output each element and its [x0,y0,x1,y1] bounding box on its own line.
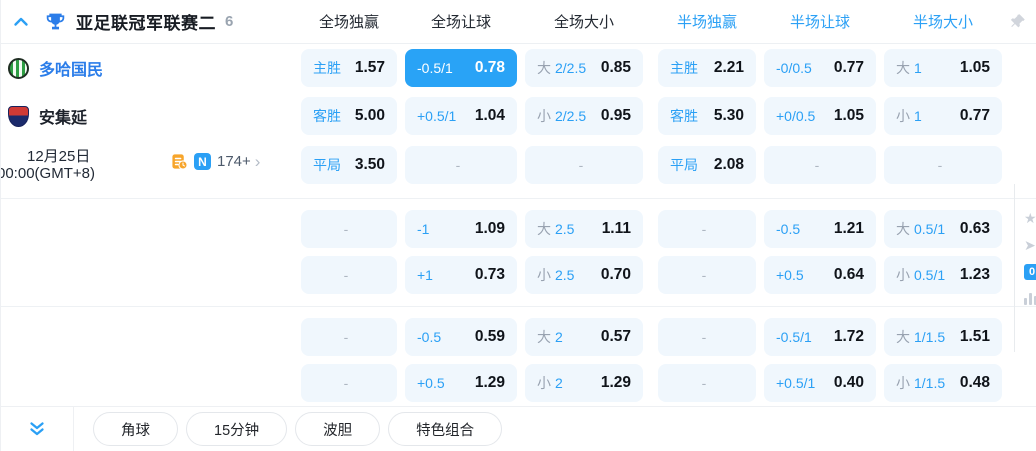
match-count: 6 [225,13,234,30]
odds-cell-empty: - [525,146,643,184]
odds-cell[interactable]: -1 1.09 [405,210,517,248]
odds-cell[interactable]: +0.5/1 0.40 [764,364,876,402]
odds-cell[interactable]: -0.5/1 1.72 [764,318,876,356]
n-badge: N [194,153,211,170]
odds-body: 多哈国民 安集延 12月25日 00:00(GMT+8) N 174+ › 主胜… [1,44,1036,406]
odds-cell[interactable]: 主胜 1.57 [301,49,397,87]
odds-cell-empty: - [658,210,756,248]
odds-cell[interactable]: 小 1/1.5 0.48 [884,364,1002,402]
special-combo-button[interactable]: 特色组合 [388,412,503,446]
odds-cell-empty: - [764,146,876,184]
match-info: 多哈国民 安集延 12月25日 00:00(GMT+8) N 174+ › [1,44,296,190]
odds-cell[interactable]: -0.5 1.21 [764,210,876,248]
odds-cell[interactable]: 大 0.5/1 0.63 [884,210,1002,248]
odds-row: - -1 1.09 大 2.5 1.11 - -0.5 1.21 大 0.5/1 0.63 [1,206,1036,252]
col-header-ht-overunder[interactable]: 半场大小 [884,11,1002,32]
match-time: 00:00(GMT+8) [0,165,95,182]
odds-cell[interactable]: 客胜 5.00 [301,97,397,135]
markets-count: 174+ [217,153,251,170]
odds-cell[interactable]: 小 2/2.5 0.95 [525,97,643,135]
col-header-ft-overunder: 全场大小 [553,14,614,31]
odds-cell-empty: - [301,364,397,402]
favorite-star-icon[interactable]: ★ [1024,210,1036,226]
col-header-ft-handicap: 全场让球 [430,14,491,31]
more-markets-link[interactable]: N 174+ › [171,153,260,170]
correct-score-button[interactable]: 波胆 [295,412,381,446]
odds-cell-empty: - [301,210,397,248]
odds-cell[interactable]: 平局 2.08 [658,146,756,184]
league-header: 亚足联冠军联赛二 6 全场独赢 全场让球 全场大小 半场独赢 半场让球 半场大小 [1,0,1036,44]
odds-cell-empty: - [658,318,756,356]
odds-cell[interactable]: 小 2 1.29 [525,364,643,402]
odds-cell[interactable]: +1 0.73 [405,256,517,294]
odds-cell[interactable]: 大 2/2.5 0.85 [525,49,643,87]
group-divider [1,190,1036,206]
odds-cell[interactable]: +0.5 1.29 [405,364,517,402]
stats-icon [172,154,188,170]
expand-more-zone[interactable] [1,407,74,451]
extra-market-pills: 角球 15分钟 波胆 特色组合 [93,412,503,446]
odds-cell-empty: - [405,146,517,184]
match-date: 12月25日 [27,148,91,165]
col-header-ht-handicap[interactable]: 半场让球 [764,11,876,32]
col-header-ft-1x2: 全场独赢 [318,14,379,31]
home-team-name[interactable]: 多哈国民 [39,56,103,80]
fifteen-min-button[interactable]: 15分钟 [186,412,288,446]
odds-cell[interactable]: 客胜 5.30 [658,97,756,135]
odds-cell-empty: - [301,256,397,294]
match-datetime: 12月25日 00:00(GMT+8) N 174+ › [1,140,296,190]
odds-cell-empty: - [884,146,1002,184]
away-team-row[interactable]: 安集延 [1,92,296,140]
odds-cell-empty: - [301,318,397,356]
pin-icon[interactable] [1009,12,1027,30]
away-team-name[interactable]: 安集延 [39,104,87,128]
side-rail: ★ ➤ 0 [1014,184,1036,352]
home-team-crest-icon [8,57,29,79]
odds-cell[interactable]: 大 1/1.5 1.51 [884,318,1002,356]
odds-row: - +0.5 1.29 小 2 1.29 - +0.5/1 0.40 小 1/1.5 0.4… [1,360,1036,406]
zero-badge[interactable]: 0 [1024,264,1036,280]
share-arrow-icon[interactable]: ➤ [1024,237,1036,253]
odds-cell[interactable]: +0.5/1 1.04 [405,97,517,135]
double-chevron-down-icon[interactable] [28,420,46,438]
odds-row: - +1 0.73 小 2.5 0.70 - +0.5 0.64 小 0.5/1 1.23 [1,252,1036,298]
odds-cell[interactable]: 主胜 2.21 [658,49,756,87]
trophy-icon [46,13,65,30]
odds-cell[interactable]: +0.5 0.64 [764,256,876,294]
footer-bar: 角球 15分钟 波胆 特色组合 [1,406,1036,451]
odds-cell[interactable]: 小 0.5/1 1.23 [884,256,1002,294]
group-divider [1,298,1036,314]
odds-cell[interactable]: 小 1 0.77 [884,97,1002,135]
odds-cell[interactable]: -0/0.5 0.77 [764,49,876,87]
odds-cell[interactable]: 大 1 1.05 [884,49,1002,87]
odds-cell[interactable]: 大 2 0.57 [525,318,643,356]
away-team-crest-icon [8,105,29,127]
col-header-ht-1x2[interactable]: 半场独赢 [658,11,756,32]
odds-cell-selected[interactable]: -0.5/1 0.78 [405,49,517,87]
collapse-chevron-up-icon[interactable] [13,14,29,30]
odds-cell[interactable]: 小 2.5 0.70 [525,256,643,294]
home-team-row[interactable]: 多哈国民 [1,44,296,92]
corners-button[interactable]: 角球 [93,412,178,446]
odds-panel: 亚足联冠军联赛二 6 全场独赢 全场让球 全场大小 半场独赢 半场让球 半场大小… [0,0,1036,451]
chart-bars-icon[interactable] [1024,291,1036,305]
league-name[interactable]: 亚足联冠军联赛二 [76,9,216,34]
odds-cell-empty: - [658,256,756,294]
chevron-right-icon[interactable]: › [255,153,261,170]
odds-cell[interactable]: 平局 3.50 [301,146,397,184]
odds-cell-empty: - [658,364,756,402]
league-title-group: 亚足联冠军联赛二 6 [1,9,296,34]
odds-cell[interactable]: +0/0.5 1.05 [764,97,876,135]
odds-row: - -0.5 0.59 大 2 0.57 - -0.5/1 1.72 大 1/1.5 1.5… [1,314,1036,360]
odds-cell[interactable]: 大 2.5 1.11 [525,210,643,248]
odds-cell[interactable]: -0.5 0.59 [405,318,517,356]
